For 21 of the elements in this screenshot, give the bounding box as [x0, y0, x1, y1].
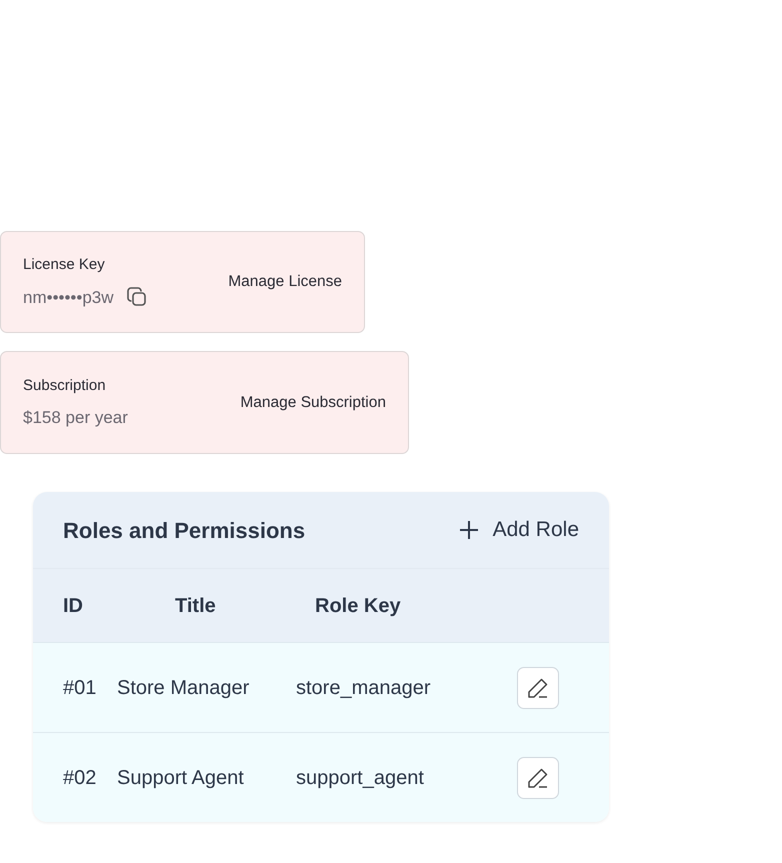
table-cell-text: Store Manager	[117, 676, 250, 700]
edit-button[interactable]	[517, 666, 559, 708]
card-label: License Key	[23, 255, 106, 275]
table-cell-text: #02	[63, 766, 98, 790]
add-role-button[interactable]: Add Role	[458, 514, 579, 546]
card-label: Subscription	[23, 376, 107, 396]
manage-link[interactable]: Manage License	[228, 270, 342, 294]
section-title: Roles and Permissions	[63, 516, 306, 544]
edit-button[interactable]	[517, 756, 559, 798]
copy-icon[interactable]	[126, 286, 148, 308]
plus-icon	[458, 520, 479, 540]
card-value: $158 per year	[23, 407, 128, 429]
column-header: ID	[63, 594, 84, 618]
table-cell-text: Support Agent	[117, 766, 245, 790]
manage-link[interactable]: Manage Subscription	[240, 390, 386, 414]
table-cell-text: #01	[63, 676, 98, 700]
column-header: Role Key	[315, 594, 402, 618]
card-value: nm••••••p3w	[23, 286, 114, 308]
table-cell-text: store_manager	[296, 676, 432, 700]
table-cell-text: support_agent	[296, 766, 425, 790]
column-header: Title	[175, 594, 217, 618]
